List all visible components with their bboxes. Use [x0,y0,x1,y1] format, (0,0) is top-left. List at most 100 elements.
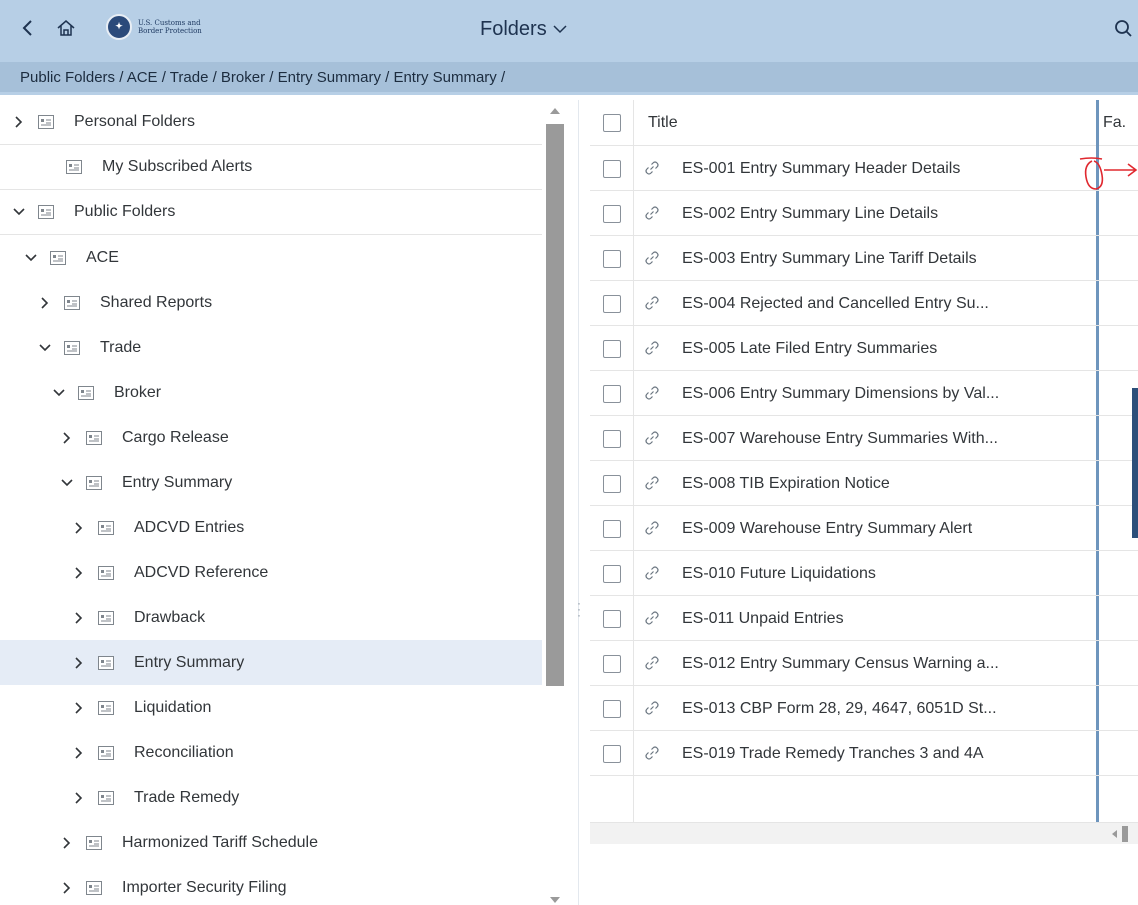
scroll-down-icon[interactable] [550,897,560,903]
row-checkbox[interactable] [602,654,621,673]
report-title[interactable]: ES-007 Warehouse Entry Summaries With... [682,416,998,461]
cbp-logo[interactable]: ✦ U.S. Customs and Border Protection [106,12,208,42]
tree-item[interactable]: ADCVD Entries [0,505,542,550]
app-title-menu[interactable]: Folders [480,14,567,44]
splitter-grip-icon[interactable]: · · · [574,597,584,621]
column-header-favorite[interactable]: Fa. [1103,100,1126,146]
table-row[interactable]: ES-007 Warehouse Entry Summaries With... [590,416,1138,461]
column-header-title[interactable]: Title [648,100,678,146]
hscroll-thumb[interactable] [1122,826,1128,842]
select-all-checkbox[interactable] [602,114,621,132]
row-checkbox[interactable] [602,249,621,268]
breadcrumb-path[interactable]: Public Folders / ACE / Trade / Broker / … [20,69,505,86]
row-checkbox[interactable] [602,519,621,538]
scroll-up-icon[interactable] [550,108,560,114]
chevron-right-icon[interactable] [58,834,76,852]
table-row[interactable]: ES-002 Entry Summary Line Details [590,191,1138,236]
report-title[interactable]: ES-011 Unpaid Entries [682,596,844,641]
table-row[interactable]: ES-008 TIB Expiration Notice [590,461,1138,506]
tree-item[interactable]: My Subscribed Alerts [0,145,542,190]
report-title[interactable]: ES-013 CBP Form 28, 29, 4647, 6051D St..… [682,686,997,731]
chevron-right-icon[interactable] [70,609,88,627]
row-checkbox[interactable] [602,294,621,313]
report-title[interactable]: ES-010 Future Liquidations [682,551,876,596]
chevron-right-icon[interactable] [70,789,88,807]
row-checkbox[interactable] [602,159,621,178]
chevron-right-icon[interactable] [70,519,88,537]
table-row[interactable]: ES-012 Entry Summary Census Warning a... [590,641,1138,686]
chevron-right-icon[interactable] [70,654,88,672]
row-select-cell [590,686,634,731]
tree-item[interactable]: Broker [0,370,542,415]
scroll-thumb[interactable] [546,124,564,686]
tree-item[interactable]: Cargo Release [0,415,542,460]
chevron-right-icon[interactable] [70,564,88,582]
table-row[interactable]: ES-011 Unpaid Entries [590,596,1138,641]
back-button[interactable] [14,14,42,42]
row-checkbox[interactable] [602,564,621,583]
report-title[interactable]: ES-008 TIB Expiration Notice [682,461,890,506]
report-title[interactable]: ES-003 Entry Summary Line Tariff Details [682,236,977,281]
table-row[interactable]: ES-003 Entry Summary Line Tariff Details [590,236,1138,281]
tree-item[interactable]: Drawback [0,595,542,640]
row-checkbox[interactable] [602,429,621,448]
home-button[interactable] [52,14,80,42]
chevron-right-icon[interactable] [10,113,28,131]
row-checkbox[interactable] [602,204,621,223]
tree-item[interactable]: Liquidation [0,685,542,730]
report-title[interactable]: ES-002 Entry Summary Line Details [682,191,938,236]
search-button[interactable] [1110,18,1138,40]
report-title[interactable]: ES-019 Trade Remedy Tranches 3 and 4A [682,731,984,776]
table-row[interactable]: ES-004 Rejected and Cancelled Entry Su..… [590,281,1138,326]
tree-item[interactable]: ADCVD Reference [0,550,542,595]
tree-item[interactable]: ACE [0,235,542,280]
report-title[interactable]: ES-004 Rejected and Cancelled Entry Su..… [682,281,989,326]
table-row[interactable]: ES-001 Entry Summary Header Details [590,146,1138,191]
row-checkbox[interactable] [602,339,621,358]
chevron-right-icon[interactable] [58,429,76,447]
report-title[interactable]: ES-005 Late Filed Entry Summaries [682,326,937,371]
pane-splitter[interactable]: · · · [568,100,590,905]
table-row[interactable]: ES-005 Late Filed Entry Summaries [590,326,1138,371]
table-row[interactable]: ES-013 CBP Form 28, 29, 4647, 6051D St..… [590,686,1138,731]
report-title[interactable]: ES-012 Entry Summary Census Warning a... [682,641,999,686]
tree-item[interactable]: Entry Summary [0,460,542,505]
tree-item[interactable]: Reconciliation [0,730,542,775]
chevron-right-icon[interactable] [70,699,88,717]
report-title[interactable]: ES-001 Entry Summary Header Details [682,146,960,191]
tree-item[interactable]: Public Folders [0,190,542,235]
tree-item[interactable]: Shared Reports [0,280,542,325]
row-checkbox[interactable] [602,744,621,763]
chevron-down-icon[interactable] [22,249,40,267]
tree-scrollbar[interactable] [542,100,568,905]
table-row[interactable]: ES-019 Trade Remedy Tranches 3 and 4A [590,731,1138,776]
tree-item[interactable]: Harmonized Tariff Schedule [0,820,542,865]
chevron-right-icon[interactable] [36,294,54,312]
row-checkbox[interactable] [602,474,621,493]
tree-item-label: ADCVD Entries [134,518,245,536]
tree-item[interactable]: Entry Summary [0,640,542,685]
chevron-down-icon[interactable] [50,384,68,402]
chevron-down-icon[interactable] [58,474,76,492]
chevron-right-icon[interactable] [70,744,88,762]
scroll-left-icon[interactable] [1112,830,1117,838]
report-title[interactable]: ES-009 Warehouse Entry Summary Alert [682,506,972,551]
chevron-right-icon[interactable] [58,879,76,897]
tree-item[interactable]: Trade [0,325,542,370]
row-checkbox[interactable] [602,384,621,403]
report-title[interactable]: ES-006 Entry Summary Dimensions by Val..… [682,371,999,416]
tree-item[interactable]: Personal Folders [0,100,542,145]
row-checkbox[interactable] [602,699,621,718]
tree-item[interactable]: Importer Security Filing [0,865,542,905]
breadcrumb[interactable]: Public Folders / ACE / Trade / Broker / … [0,62,1138,92]
chevron-down-icon[interactable] [36,339,54,357]
row-select-cell [590,596,634,641]
row-checkbox[interactable] [602,609,621,628]
table-row[interactable]: ES-006 Entry Summary Dimensions by Val..… [590,371,1138,416]
tree-item[interactable]: Trade Remedy [0,775,542,820]
table-row[interactable]: ES-009 Warehouse Entry Summary Alert [590,506,1138,551]
table-row[interactable]: ES-010 Future Liquidations [590,551,1138,596]
chevron-down-icon[interactable] [10,203,28,221]
table-horizontal-scrollbar[interactable] [590,822,1138,844]
side-panel-edge[interactable] [1132,388,1138,538]
